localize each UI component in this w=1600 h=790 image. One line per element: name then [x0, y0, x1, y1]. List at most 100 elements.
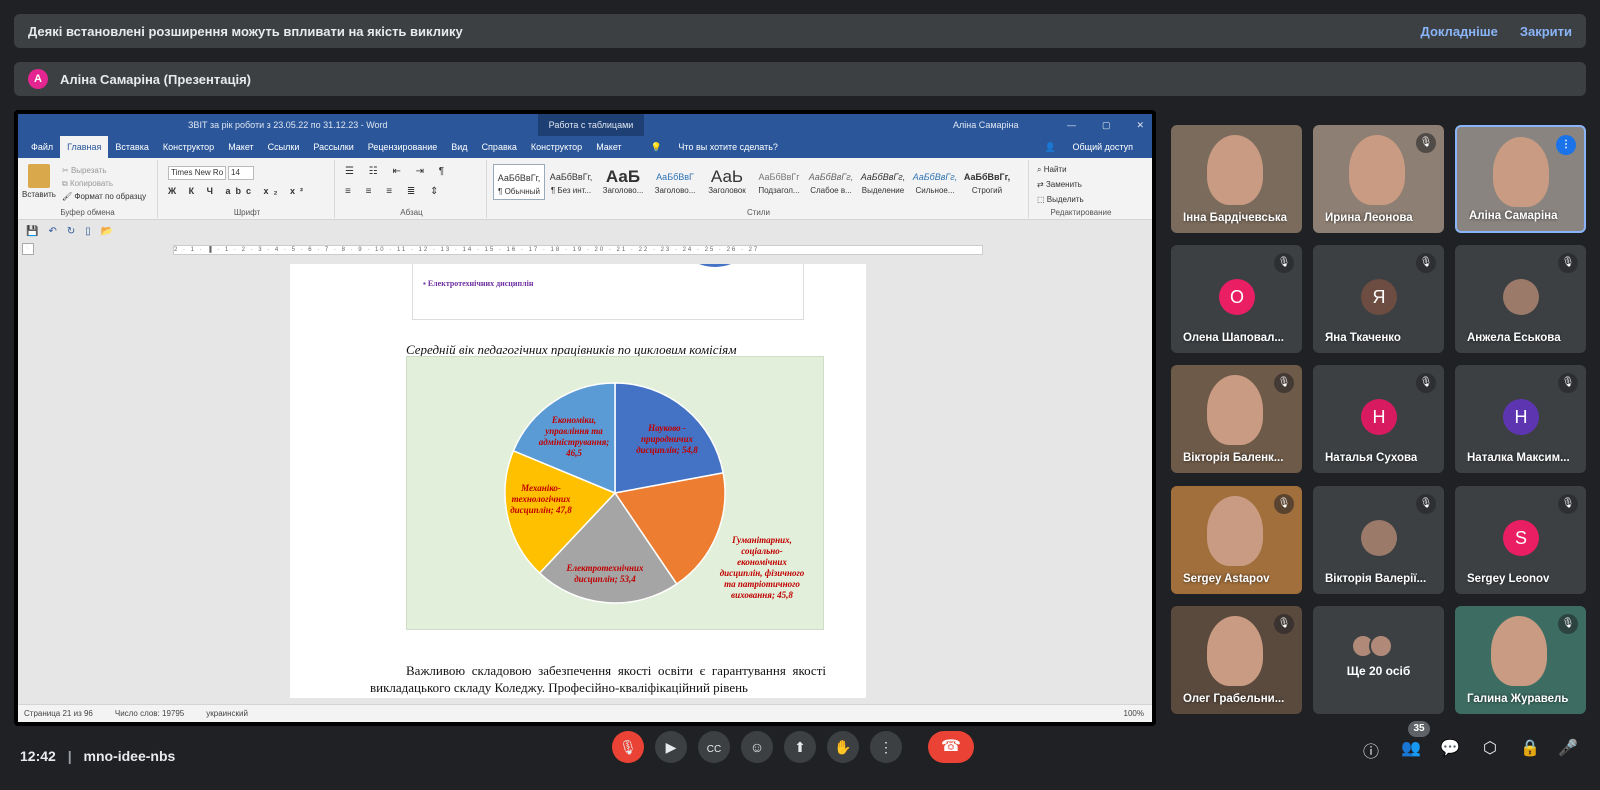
paste-icon[interactable]	[28, 164, 50, 188]
folder-icon[interactable]: 📂	[101, 226, 113, 237]
list-icons[interactable]: ☰ ☷ ⇤ ⇥ ¶	[345, 166, 450, 177]
participant-tile[interactable]: Ще 20 осіб	[1313, 606, 1444, 714]
participant-tile[interactable]: 🎙 Sergey Astapov	[1171, 486, 1302, 594]
font-size-select[interactable]: 14	[228, 166, 254, 180]
tab-home[interactable]: Главная	[60, 136, 109, 158]
share-button[interactable]: 👤 Общий доступ	[1031, 136, 1152, 158]
style-no-spacing[interactable]: АаБбВвГг, ¶ Без инт...	[545, 164, 597, 200]
close-banner-link[interactable]: Закрити	[1520, 24, 1572, 39]
video-feed	[1207, 135, 1263, 205]
previous-legend-item: ▪ Електротехнічних дисциплін	[423, 279, 534, 288]
select-button[interactable]: ⬚ Выделить	[1037, 192, 1084, 207]
style-subtle-emphasis[interactable]: АаБбВвГг, Слабое в...	[805, 164, 857, 200]
pie-chart[interactable]: Науково - природничих дисциплін; 54,8 Гум…	[406, 356, 824, 630]
presenter-avatar: А	[28, 69, 48, 89]
close-icon[interactable]: ✕	[1136, 120, 1144, 131]
tab-file[interactable]: Файл	[24, 136, 60, 158]
present-button[interactable]: ⬆	[784, 731, 816, 763]
host-controls-button[interactable]: 🔒	[1519, 738, 1541, 758]
redo-icon[interactable]: ↻	[67, 226, 75, 237]
maximize-icon[interactable]: ▢	[1102, 120, 1111, 131]
copy-button[interactable]: ⧉ Копировать	[62, 177, 146, 190]
doc-title: ЗВІТ за рік роботи з 23.05.22 по 31.12.2…	[188, 120, 388, 130]
undo-icon[interactable]: ↶	[48, 226, 56, 237]
tab-mailings[interactable]: Рассылки	[306, 136, 360, 158]
participant-tile[interactable]: S 🎙 Sergey Leonov	[1455, 486, 1586, 594]
font-group: Times New Ro 14 Ж К Ч abc x₂ x² Шрифт	[160, 160, 335, 218]
participant-tile[interactable]: 🎙 Вікторія Баленк...	[1171, 365, 1302, 473]
chat-button[interactable]: 💬	[1439, 738, 1461, 758]
style-intense-emphasis[interactable]: АаБбВвГг, Сильное...	[909, 164, 961, 200]
style-heading1[interactable]: АаБ Заголово...	[597, 164, 649, 200]
participant-name: Ще 20 осіб	[1346, 664, 1411, 678]
reactions-button[interactable]: ☺	[741, 731, 773, 763]
participant-avatar: Н	[1503, 399, 1539, 435]
find-button[interactable]: ⌕ Найти	[1037, 162, 1084, 177]
participant-tile[interactable]: Н 🎙 Наталка Максим...	[1455, 365, 1586, 473]
participant-tile[interactable]: Інна Бардічевська	[1171, 125, 1302, 233]
style-title[interactable]: АаЬ Заголовок	[701, 164, 753, 200]
style-emphasis[interactable]: АаБбВвГг, Выделение	[857, 164, 909, 200]
font-format-row[interactable]: Ж К Ч abc x₂ x²	[168, 186, 308, 196]
emoji-icon: ☺	[749, 739, 765, 755]
present-icon: ⬆	[794, 739, 806, 755]
tab-design[interactable]: Конструктор	[156, 136, 221, 158]
tab-selector[interactable]: L	[22, 243, 34, 255]
style-strong[interactable]: АаБбВвГг, Строгий	[961, 164, 1013, 200]
paste-button[interactable]: Вставить	[22, 190, 56, 199]
tab-insert[interactable]: Вставка	[108, 136, 155, 158]
participant-tile[interactable]: 🎙 Галина Журавель	[1455, 606, 1586, 714]
meeting-code[interactable]: mno-idee-nbs	[84, 748, 176, 764]
ribbon-tabs: Файл Главная Вставка Конструктор Макет С…	[18, 136, 1152, 158]
participant-tile[interactable]: 🎙 Вікторія Валерії...	[1313, 486, 1444, 594]
tab-references[interactable]: Ссылки	[261, 136, 307, 158]
align-icons[interactable]: ≡ ≡ ≡ ≣ ⇕	[345, 186, 444, 197]
participant-tile[interactable]: 🎙 Ирина Леонова	[1313, 125, 1444, 233]
participant-tile[interactable]: Я 🎙 Яна Ткаченко	[1313, 245, 1444, 353]
cut-button[interactable]: ✂ Вырезать	[62, 164, 146, 177]
people-button[interactable]: 👥	[1400, 738, 1422, 758]
language[interactable]: украинский	[206, 709, 248, 718]
camera-button[interactable]: ▶	[655, 731, 687, 763]
mic-off-icon: 🎙	[1416, 133, 1436, 153]
zoom-level[interactable]: 100%	[1124, 709, 1152, 718]
window-buttons[interactable]: — ▢ ✕	[1067, 120, 1144, 131]
save-icon[interactable]: 💾	[26, 226, 38, 237]
mic-off-button[interactable]: 🎙	[612, 731, 644, 763]
tell-me-box[interactable]: 💡 Что вы хотите сделать?	[637, 136, 792, 158]
tab-view[interactable]: Вид	[444, 136, 474, 158]
captions-button[interactable]: CC	[698, 731, 730, 763]
more-options-button[interactable]: ⋮	[870, 731, 902, 763]
tab-table-layout[interactable]: Макет	[589, 136, 628, 158]
activities-button[interactable]: ⬡	[1479, 738, 1501, 758]
tab-layout[interactable]: Макет	[221, 136, 260, 158]
tab-help[interactable]: Справка	[475, 136, 524, 158]
mic-off-icon: 🎙	[1274, 494, 1294, 514]
style-heading2[interactable]: АаБбВвГ Заголово...	[649, 164, 701, 200]
voice-button[interactable]: 🎤	[1557, 738, 1579, 758]
minimize-icon[interactable]: —	[1067, 120, 1076, 131]
format-painter-button[interactable]: 🖌 Формат по образцу	[62, 190, 146, 203]
participant-tile[interactable]: О 🎙 Олена Шаповал...	[1171, 245, 1302, 353]
info-button[interactable]: ⓘ	[1360, 738, 1382, 762]
tab-review[interactable]: Рецензирование	[361, 136, 445, 158]
style-normal[interactable]: АаБбВвГг, ¶ Обычный	[493, 164, 545, 200]
participant-name: Яна Ткаченко	[1325, 332, 1401, 344]
slice-label: Науково - природничих дисциплін; 54,8	[636, 423, 698, 455]
learn-more-link[interactable]: Докладніше	[1421, 24, 1498, 39]
participant-tile[interactable]: ⋮ Аліна Самаріна	[1455, 125, 1586, 233]
info-icon: ⓘ	[1362, 744, 1379, 761]
participant-tile[interactable]: Н 🎙 Наталья Сухова	[1313, 365, 1444, 473]
participant-tile[interactable]: 🎙 Олег Грабельни...	[1171, 606, 1302, 714]
page-icon[interactable]: ▯	[85, 226, 91, 237]
font-name-select[interactable]: Times New Ro	[168, 166, 226, 180]
hang-up-button[interactable]: ☎	[928, 731, 974, 763]
style-subtitle[interactable]: АаБбВвГг Подзагол...	[753, 164, 805, 200]
participant-tile[interactable]: 🎙 Анжела Еськова	[1455, 245, 1586, 353]
replace-button[interactable]: ⇄ Заменить	[1037, 177, 1084, 192]
separator: |	[67, 748, 72, 764]
tab-table-design[interactable]: Конструктор	[524, 136, 589, 158]
raise-hand-button[interactable]: ✋	[827, 731, 859, 763]
hand-icon: ✋	[834, 739, 852, 755]
phone-hangup-icon: ☎	[941, 738, 961, 755]
